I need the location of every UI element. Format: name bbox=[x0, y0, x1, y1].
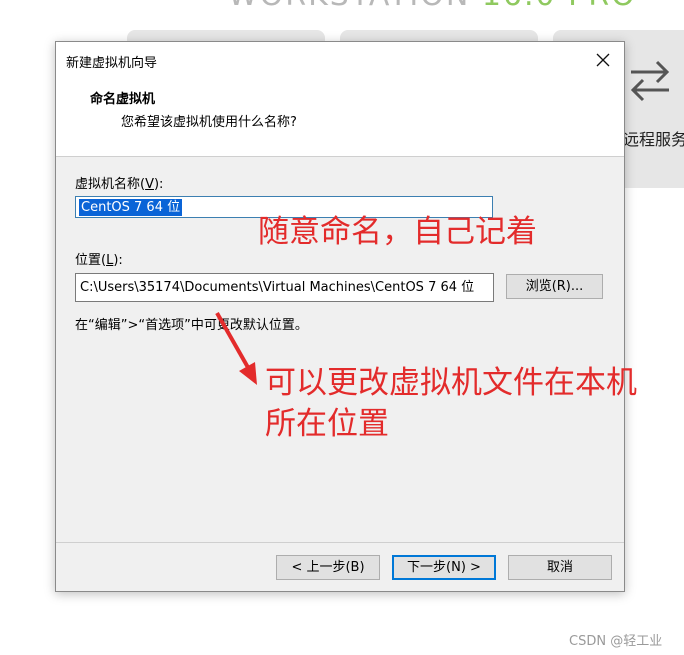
default-location-hint: 在“编辑”>“首选项”中可更改默认位置。 bbox=[75, 318, 308, 333]
annotation-arrow-icon bbox=[215, 312, 257, 385]
dialog-title: 新建虚拟机向导 bbox=[66, 56, 158, 71]
annotation-location-note-1: 可以更改虚拟机文件在本机 bbox=[265, 365, 637, 401]
app-title: WORKSTATION 16.0 PRO bbox=[228, 0, 637, 13]
app-title-prefix: WORKSTATION bbox=[228, 0, 470, 13]
dialog-titlebar: 新建虚拟机向导 bbox=[56, 42, 624, 78]
browse-button[interactable]: 浏览(R)... bbox=[506, 274, 603, 299]
app-title-accent: 16.0 PRO bbox=[482, 0, 637, 13]
annotation-location-note-2: 所在位置 bbox=[265, 406, 389, 442]
close-button[interactable] bbox=[588, 46, 618, 74]
transfer-arrows-icon bbox=[630, 60, 670, 102]
vm-name-label: 虚拟机名称(V): bbox=[75, 177, 164, 192]
page-heading: 命名虚拟机 bbox=[90, 92, 156, 107]
close-icon bbox=[596, 53, 610, 67]
new-vm-wizard-dialog: 新建虚拟机向导 命名虚拟机 您希望该虚拟机使用什么名称? 虚拟机名称(V): C… bbox=[55, 41, 625, 592]
page-subheading: 您希望该虚拟机使用什么名称? bbox=[121, 115, 297, 130]
remote-server-label: 远程服务 bbox=[623, 130, 684, 149]
vm-name-selected-text: CentOS 7 64 位 bbox=[79, 199, 183, 216]
watermark: CSDN @轻工业 bbox=[569, 634, 663, 649]
cancel-button[interactable]: 取消 bbox=[508, 555, 612, 580]
footer-divider bbox=[56, 542, 624, 543]
location-input[interactable]: C:\Users\35174\Documents\Virtual Machine… bbox=[75, 273, 494, 302]
annotation-name-note: 随意命名，自己记着 bbox=[258, 214, 537, 250]
next-button[interactable]: 下一步(N) > bbox=[392, 555, 496, 580]
back-button[interactable]: < 上一步(B) bbox=[276, 555, 380, 580]
dialog-header: 命名虚拟机 您希望该虚拟机使用什么名称? bbox=[56, 78, 624, 156]
location-label: 位置(L): bbox=[75, 253, 123, 268]
header-divider bbox=[56, 156, 624, 157]
